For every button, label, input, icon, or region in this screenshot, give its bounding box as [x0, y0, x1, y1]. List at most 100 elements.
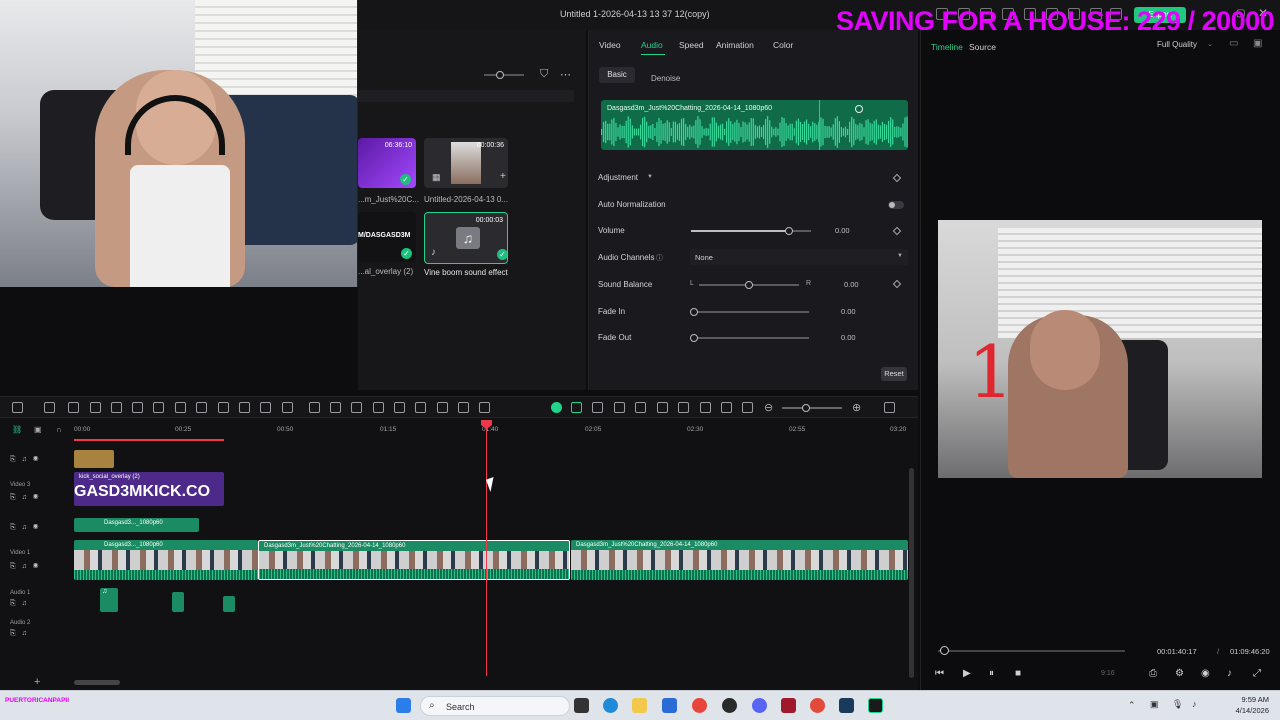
selected-video-clip[interactable]: Dasgasd3m_Just%20Chatting_2026-04-14_108…	[258, 540, 570, 580]
layout-icon[interactable]	[884, 402, 895, 413]
track-controls[interactable]: ⎘♫	[10, 600, 33, 608]
tab-animation[interactable]: Animation	[716, 40, 754, 50]
microphone-icon[interactable]: 🎙	[1172, 699, 1183, 710]
fade-in-slider[interactable]	[690, 308, 809, 316]
more-icon[interactable]: ⋯	[560, 68, 571, 81]
preview-video-frame[interactable]: 1	[938, 220, 1262, 478]
subtab-basic[interactable]: Basic	[599, 67, 635, 83]
audio-clip[interactable]	[223, 596, 235, 612]
task-view-icon[interactable]	[574, 698, 589, 713]
marker-icon[interactable]	[592, 402, 603, 413]
redo-icon[interactable]	[90, 402, 101, 413]
timer-icon[interactable]	[239, 402, 250, 413]
keyframe-icon[interactable]	[260, 402, 271, 413]
tab-source[interactable]: Source	[969, 42, 996, 52]
thumbnail-size-slider[interactable]	[484, 71, 524, 79]
magic-icon[interactable]	[437, 402, 448, 413]
keyframe-icon[interactable]	[892, 226, 902, 236]
audio-waveform[interactable]: Dasgasd3m_Just%20Chatting_2026-04-14_108…	[601, 100, 908, 150]
media-item[interactable]: 00:00:36 ▦ +	[424, 138, 508, 188]
crop-icon[interactable]	[153, 402, 164, 413]
tab-timeline[interactable]: Timeline	[931, 42, 963, 52]
track-controls[interactable]: ⎘♫	[10, 630, 33, 638]
sound-balance-knob[interactable]	[745, 281, 753, 289]
filter-icon[interactable]: ⛉	[540, 68, 548, 81]
sound-balance-slider[interactable]	[699, 281, 799, 289]
info-icon[interactable]: ⓘ	[656, 253, 663, 263]
auto-normalization-toggle[interactable]	[888, 201, 904, 209]
volume-icon[interactable]: ♪	[1192, 699, 1197, 709]
volume-handle[interactable]	[855, 105, 863, 113]
keyframe-icon[interactable]	[892, 279, 902, 289]
file-explorer-icon[interactable]	[632, 698, 647, 713]
discord-icon[interactable]	[752, 698, 767, 713]
add-track-icon[interactable]: +	[34, 676, 40, 688]
snapshot-icon[interactable]: ◉	[1201, 668, 1210, 679]
cut-icon[interactable]	[132, 402, 143, 413]
browser-icon[interactable]	[810, 698, 825, 713]
volume-slider-knob[interactable]	[785, 227, 794, 235]
video-clip[interactable]: Dasgasd3m_Just%20Chatting_2026-04-14_108…	[571, 540, 908, 580]
image-icon[interactable]: ▣	[1253, 38, 1262, 49]
timeline[interactable]: ⛓ ▣ ∩ 00:00 00:25 00:50 01:15 01:40 02:0…	[0, 418, 918, 690]
add-icon[interactable]: +	[500, 171, 506, 182]
store-icon[interactable]	[662, 698, 677, 713]
audio-channels-select[interactable]: None ▼	[690, 249, 908, 265]
color-icon[interactable]	[282, 402, 293, 413]
mixer-icon[interactable]	[700, 402, 711, 413]
work-area-bar[interactable]	[74, 439, 224, 441]
tab-speed[interactable]: Speed	[679, 40, 704, 50]
delete-icon[interactable]	[111, 402, 122, 413]
vertical-scrollbar[interactable]	[909, 468, 914, 678]
timeline-zoom-slider[interactable]	[782, 404, 842, 412]
tray-app-icon[interactable]: ▣	[1150, 699, 1159, 710]
smart-cut-icon[interactable]	[415, 402, 426, 413]
aspect-ratio[interactable]: 9:16	[1101, 670, 1115, 677]
pause-icon[interactable]: ⏸	[989, 668, 994, 679]
audio-clip[interactable]: ♫	[100, 588, 118, 612]
preview-scrubber[interactable]	[938, 650, 1125, 652]
render-icon[interactable]	[551, 402, 562, 413]
dropdown-arrow-icon[interactable]: ▼	[647, 174, 653, 180]
fade-out-knob[interactable]	[690, 334, 698, 342]
track-controls[interactable]: ⎘♫◉	[10, 456, 44, 464]
export-frame-icon[interactable]: ⎙	[1149, 668, 1157, 679]
transform-icon[interactable]	[373, 402, 384, 413]
track-controls[interactable]: ⎘♫◉	[10, 494, 44, 502]
prev-frame-icon[interactable]: ⏮	[935, 668, 944, 679]
quality-select[interactable]: Full Quality	[1157, 40, 1197, 49]
volume-icon[interactable]: ♪	[1227, 668, 1232, 679]
audio-stretch-icon[interactable]	[330, 402, 341, 413]
media-item[interactable]: M/DASGASD3M ✓	[358, 212, 416, 262]
app-icon[interactable]	[839, 698, 854, 713]
preview-scrubber-knob[interactable]	[940, 646, 950, 655]
fade-out-slider[interactable]	[690, 334, 809, 342]
subtab-denoise[interactable]: Denoise	[651, 74, 680, 83]
grid-icon[interactable]	[12, 402, 23, 413]
magnet-icon[interactable]: ∩	[56, 425, 62, 434]
track-controls[interactable]: ⎘♫◉	[10, 563, 44, 571]
search-box[interactable]: ⌕ Search	[420, 696, 570, 716]
fade-in-knob[interactable]	[690, 308, 698, 316]
media-item-selected[interactable]: ♫ 00:00:03 ♪ ✓	[424, 212, 508, 264]
tab-audio[interactable]: Audio	[641, 40, 663, 50]
effects-icon[interactable]	[196, 402, 207, 413]
split-icon[interactable]	[614, 402, 625, 413]
audio-clip[interactable]	[172, 592, 184, 612]
link-icon[interactable]	[635, 402, 646, 413]
obs-icon[interactable]	[722, 698, 737, 713]
ai-tool-icon[interactable]	[309, 402, 320, 413]
chrome-icon[interactable]	[692, 698, 707, 713]
stop-icon[interactable]: ■	[1015, 668, 1021, 679]
settings-icon[interactable]: ⚙	[1175, 668, 1184, 679]
track-controls[interactable]: ⎘♫◉	[10, 524, 44, 532]
zoom-fit-icon[interactable]	[479, 402, 490, 413]
stabilize-icon[interactable]	[394, 402, 405, 413]
layout-icon[interactable]: ▭	[1229, 38, 1238, 49]
snap-icon[interactable]	[571, 402, 582, 413]
clock-date[interactable]: 4/14/2026	[1209, 706, 1269, 715]
volume-value[interactable]: 0.00	[835, 226, 850, 235]
media-item[interactable]: 06:36:10 ✓	[358, 138, 416, 188]
horizontal-scrollbar[interactable]	[74, 680, 120, 685]
pip-icon[interactable]	[742, 402, 753, 413]
